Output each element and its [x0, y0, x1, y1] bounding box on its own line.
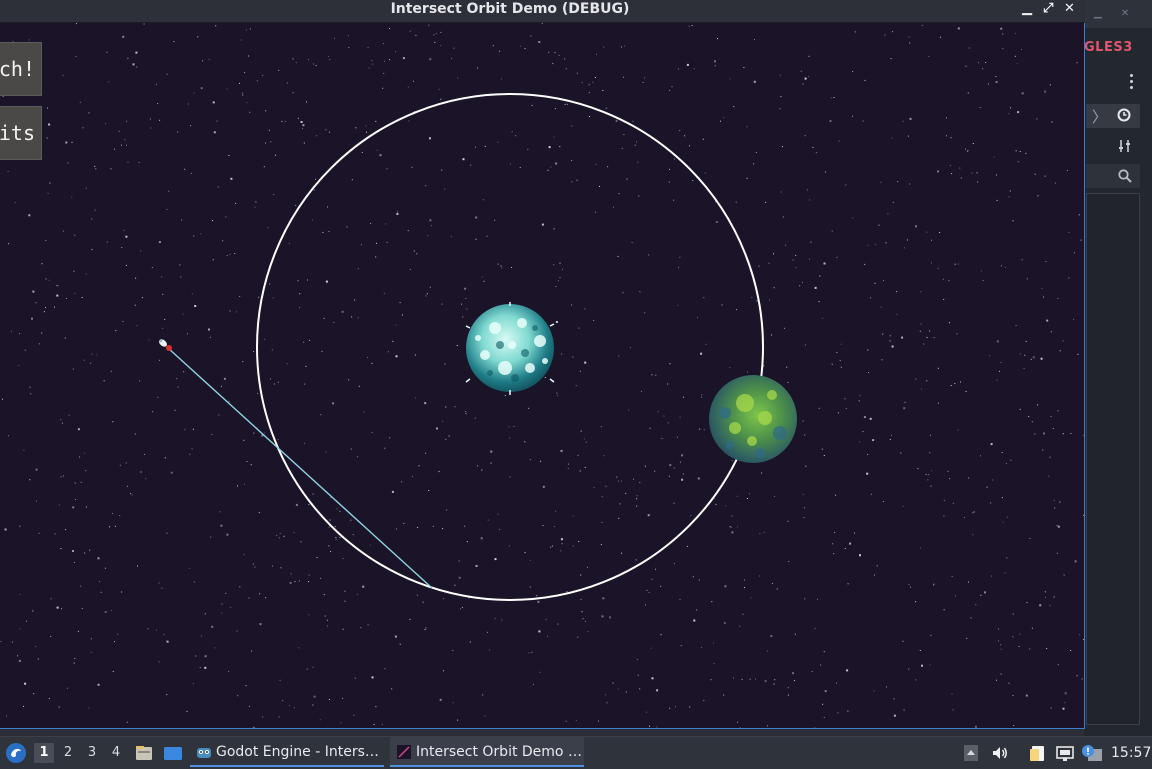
filter-icon[interactable]: [1117, 138, 1133, 154]
game-window-icon: [397, 745, 411, 759]
workspace-4[interactable]: 4: [106, 743, 126, 763]
search-icon[interactable]: [1117, 168, 1133, 184]
task-label: Intersect Orbit Demo …: [416, 744, 582, 760]
minimize-button[interactable]: ▁: [1022, 1, 1032, 16]
game-window: Intersect Orbit Demo (DEBUG) ▁ ⤢ ✕ ch! i…: [0, 0, 1085, 729]
orbit-scene: [159, 93, 797, 601]
network-icon[interactable]: [1055, 744, 1075, 762]
notification-icon[interactable]: [1081, 744, 1103, 762]
show-desktop-icon[interactable]: [162, 743, 184, 763]
central-star: [465, 302, 555, 395]
window-title: Intersect Orbit Demo (DEBUG): [390, 1, 630, 17]
godot-icon: [197, 748, 211, 758]
tray-expand-icon[interactable]: [963, 744, 979, 762]
workspace-2[interactable]: 2: [58, 743, 78, 763]
history-icon[interactable]: [1117, 108, 1131, 122]
close-button[interactable]: ✕: [1064, 1, 1075, 16]
task-godot-engine[interactable]: Godot Engine - Inters…: [190, 737, 384, 767]
game-viewport[interactable]: nch! dits: [0, 23, 1085, 729]
chevron-right-icon[interactable]: 〉: [1092, 106, 1107, 127]
clock[interactable]: 15:57: [1111, 737, 1151, 769]
task-intersect-orbit-demo[interactable]: Intersect Orbit Demo …: [390, 737, 584, 767]
volume-icon[interactable]: [991, 744, 1009, 762]
editor-window-buttons[interactable]: ▁ ✕: [1094, 8, 1137, 19]
taskbar: 1 2 3 4 Godot Engine - Inters… Intersect…: [0, 736, 1152, 769]
launch-button[interactable]: nch!: [0, 42, 42, 96]
planet: [709, 375, 797, 463]
workspace-1[interactable]: 1: [34, 743, 54, 763]
editor-scene-tree[interactable]: [1086, 193, 1140, 725]
clipboard-icon[interactable]: [1028, 744, 1048, 762]
credits-button[interactable]: dits: [0, 106, 42, 160]
file-manager-icon[interactable]: [134, 743, 154, 763]
task-label: Godot Engine - Inters…: [216, 744, 379, 760]
start-menu-icon[interactable]: [5, 742, 27, 764]
window-titlebar[interactable]: Intersect Orbit Demo (DEBUG) ▁ ⤢ ✕: [0, 0, 1085, 23]
kebab-menu-icon[interactable]: [1130, 74, 1134, 92]
workspace-3[interactable]: 3: [82, 743, 102, 763]
renderer-label[interactable]: GLES3: [1084, 40, 1133, 55]
spaceship: [159, 339, 172, 351]
trajectory-line: [167, 347, 433, 589]
maximize-button[interactable]: ⤢: [1043, 1, 1053, 16]
